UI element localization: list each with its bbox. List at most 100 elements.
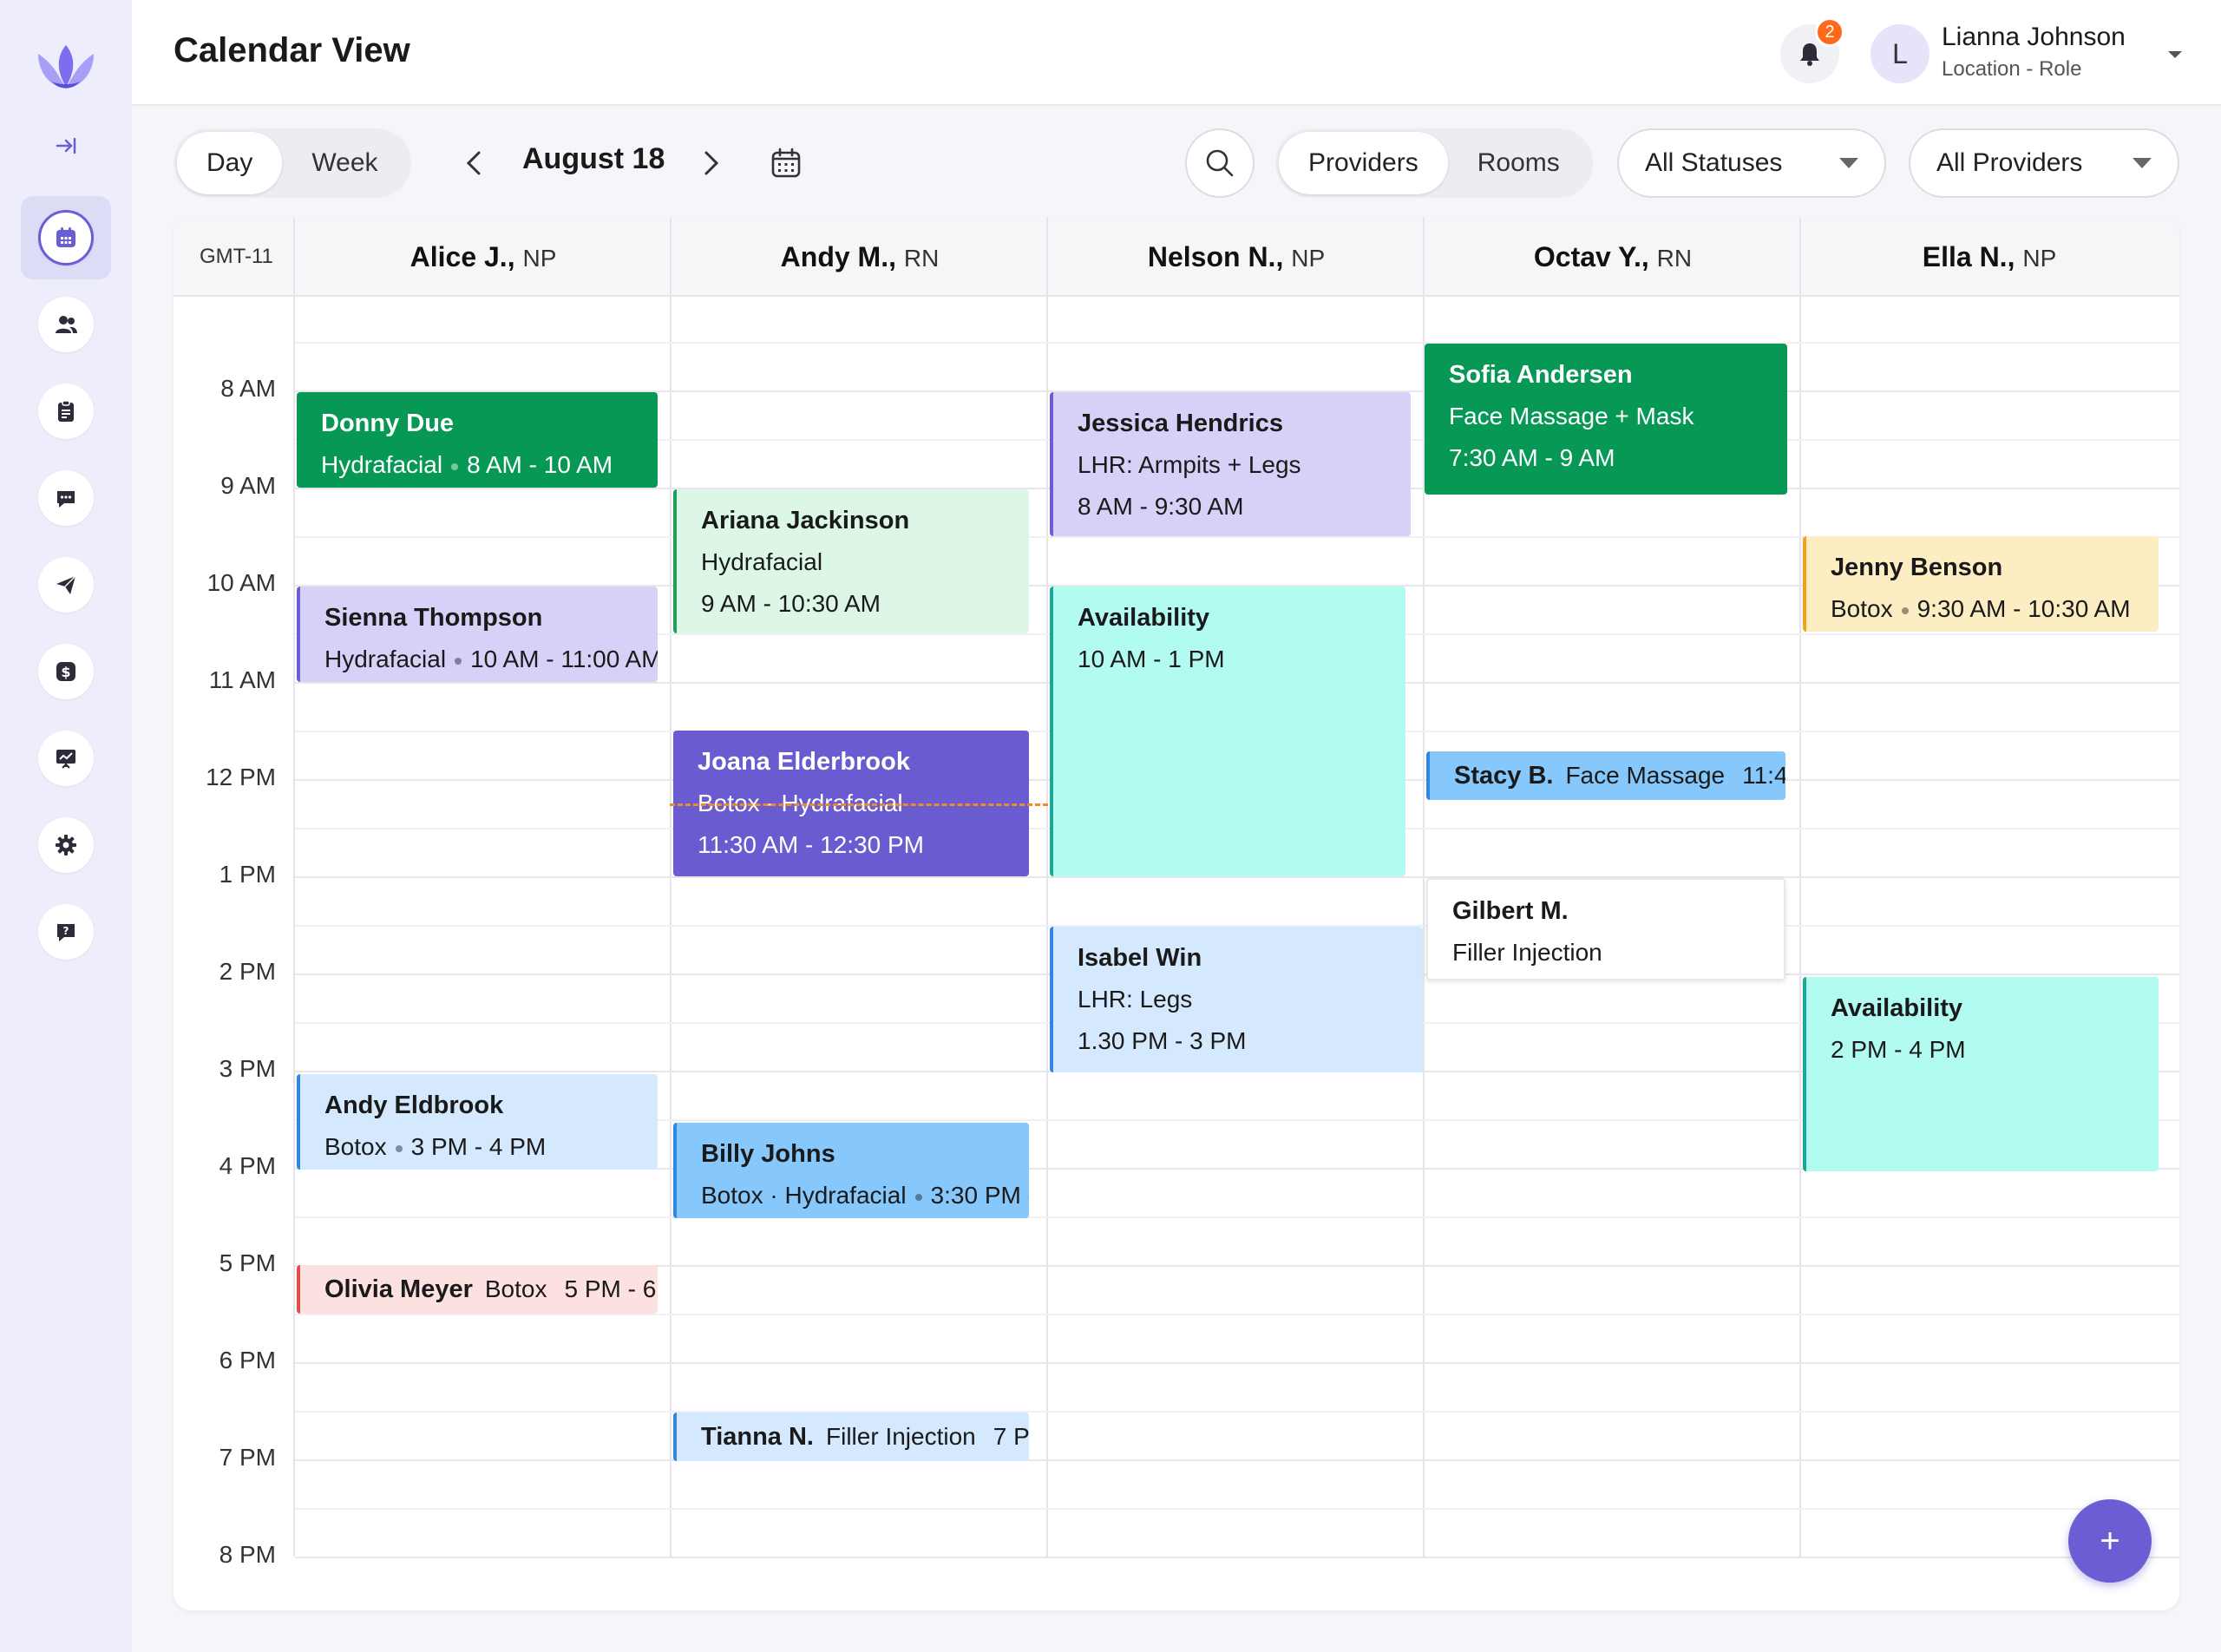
nav-forms[interactable] [21,370,111,453]
column-divider [1046,217,1048,1557]
hour-label: 6 PM [219,1347,276,1373]
appointment-card[interactable]: Sienna Thompson Hydrafacial 10 AM - 11:00… [297,587,658,682]
hour-label: 1 PM [219,861,276,888]
chevron-right-icon[interactable] [696,146,727,180]
user-avatar[interactable]: L [1870,24,1929,83]
search-icon [1206,149,1234,177]
send-icon [56,575,76,594]
grid-line [295,1508,2179,1510]
hour-label: 8 AM [220,375,276,402]
grid-line [295,876,2179,878]
users-icon [56,316,77,333]
appointment-card[interactable]: Gilbert M. Filler Injection [1426,878,1785,980]
tab-providers[interactable]: Providers [1279,132,1448,194]
add-appointment-button[interactable]: + [2068,1499,2152,1583]
appointment-card[interactable]: Ariana Jackinson Hydrafacial 9 AM - 10:3… [673,489,1029,633]
svg-text:$: $ [61,664,70,680]
user-name[interactable]: Lianna Johnson [1942,23,2126,52]
grid-line [295,1557,2179,1558]
column-divider [1799,217,1801,1557]
appointment-card[interactable]: Tianna N. Filler Injection7 PM [673,1413,1029,1461]
hour-label: 9 AM [220,472,276,499]
hour-label: 5 PM [219,1249,276,1276]
column-header-nelson[interactable]: Nelson N., NP [1048,241,1425,273]
status-filter-select[interactable]: All Statuses [1617,128,1886,198]
caret-down-icon [2133,158,2152,168]
hour-label: 11 AM [208,666,276,693]
svg-text:?: ? [63,925,69,937]
appointment-card[interactable]: Stacy B. Face Massage11:45 AM [1426,751,1785,800]
column-header-ella[interactable]: Ella N., NP [1801,241,2178,273]
caret-down-icon [1839,158,1858,168]
dollar-icon: $ [56,662,75,681]
appointment-card[interactable]: Olivia Meyer Botox5 PM - 6 PM [297,1265,658,1314]
current-time-indicator [670,803,1048,806]
page-title: Calendar View [174,31,410,69]
chevron-left-icon[interactable] [458,146,489,180]
hour-label: 3 PM [219,1055,276,1082]
availability-block[interactable]: Availability 2 PM - 4 PM [1803,977,2159,1171]
column-divider [293,217,295,1557]
nav-help[interactable]: ? [21,890,111,974]
calendar-grid: GMT-11 Alice J., NP Andy M., RN Nelson N… [174,217,2179,1610]
hour-label: 10 AM [206,569,276,596]
lotus-logo-icon [38,45,94,88]
appointment-card[interactable]: Donny Due Hydrafacial 8 AM - 10 AM [297,392,658,488]
gear-icon [56,835,76,856]
nav-clients[interactable] [21,283,111,366]
hour-label: 2 PM [219,958,276,985]
clipboard-icon [58,400,74,422]
hour-label: 8 PM [219,1541,276,1568]
grid-line [295,1362,2179,1364]
current-date: August 18 [522,142,665,175]
tab-rooms[interactable]: Rooms [1448,132,1589,194]
appointment-card[interactable]: Andy Eldbrook Botox 3 PM - 4 PM [297,1074,658,1170]
help-chat-icon: ? [57,924,75,941]
sidebar: $ ? [0,0,132,1652]
collapse-sidebar-button[interactable] [21,104,111,187]
nav-settings[interactable] [21,803,111,887]
nav-calendar[interactable] [21,196,111,279]
appointment-card[interactable]: Sofia Andersen Face Massage + Mask 7:30 … [1425,344,1787,495]
tab-week[interactable]: Week [282,132,407,194]
nav-messages[interactable] [21,456,111,540]
date-picker-calendar-icon[interactable] [769,146,803,180]
tab-day[interactable]: Day [177,132,283,194]
appointment-card[interactable]: Billy Johns Botox · Hydrafacial3:30 PM -… [673,1123,1029,1218]
hour-label: 12 PM [206,764,276,790]
bell-icon [1800,43,1819,66]
appointment-card[interactable]: Jenny Benson Botox 9:30 AM - 10:30 AM [1803,536,2159,632]
provider-filter-value: All Providers [1936,148,2083,177]
group-toggle: Providers Rooms [1275,128,1593,198]
nav-payments[interactable]: $ [21,630,111,713]
grid-line [295,1411,2179,1413]
hour-label: 4 PM [219,1152,276,1179]
presentation-chart-icon [56,750,75,769]
search-button[interactable] [1185,128,1255,198]
user-role: Location - Role [1942,57,2082,81]
nav-reports[interactable] [21,717,111,800]
view-toggle: Day Week [174,128,411,198]
appointment-card[interactable]: Jessica Hendrics LHR: Armpits + Legs 8 A… [1050,392,1411,536]
chevron-down-icon[interactable] [2162,42,2188,68]
column-header-andy[interactable]: Andy M., RN [672,241,1048,273]
status-filter-value: All Statuses [1645,148,1783,177]
notification-count-badge: 2 [1815,17,1844,47]
top-header: Calendar View 2 L Lianna Johnson Locatio… [132,0,2221,106]
collapse-arrow-icon [56,137,76,154]
grid-line [295,1459,2179,1461]
appointment-card[interactable]: Isabel Win LHR: Legs 1.30 PM - 3 PM [1050,927,1423,1072]
calendar-header: GMT-11 Alice J., NP Andy M., RN Nelson N… [174,217,2179,297]
column-divider [670,217,672,1557]
chat-icon [57,491,75,508]
nav-campaigns[interactable] [21,543,111,626]
hour-label: 7 PM [219,1444,276,1471]
provider-filter-select[interactable]: All Providers [1909,128,2179,198]
grid-line [295,1216,2179,1218]
column-header-alice[interactable]: Alice J., NP [295,241,672,273]
availability-block[interactable]: Availability 10 AM - 1 PM [1050,587,1405,876]
calendar-icon [56,227,75,247]
grid-line [295,1314,2179,1315]
timezone-label: GMT-11 [200,245,273,268]
column-header-octav[interactable]: Octav Y., RN [1425,241,1801,273]
